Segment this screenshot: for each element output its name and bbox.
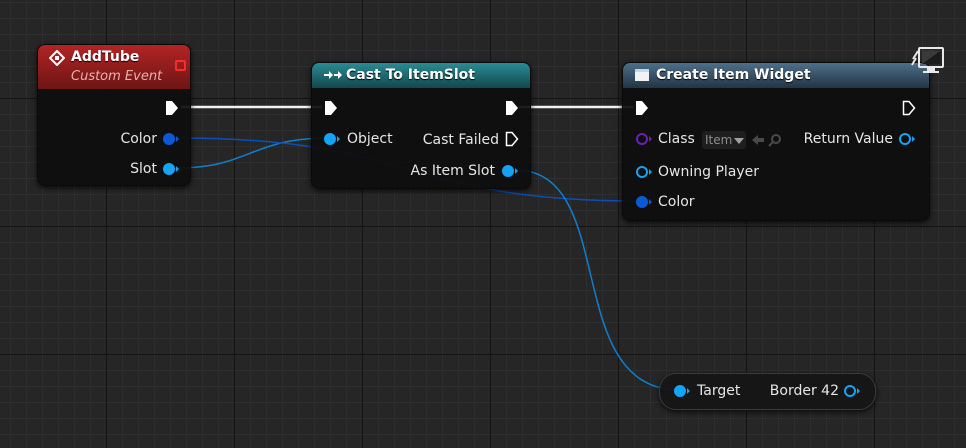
class-in-pin-icon[interactable] [635, 132, 653, 146]
return-value-pin-label: Return Value [803, 131, 893, 147]
target-pin-label: Target [697, 383, 741, 399]
class-dropdown-value: Item [705, 133, 733, 147]
cast-arrow-icon [324, 71, 342, 79]
wire-slot-to-object[interactable] [176, 137, 330, 169]
slot-out-pin-icon[interactable] [162, 162, 180, 176]
border-out-pin-icon[interactable] [843, 384, 861, 398]
widget-monitor-icon [911, 47, 944, 73]
cast-to-itemslot-node[interactable]: Cast To ItemSlot Object Cast Failed As I… [311, 62, 531, 189]
chevron-down-icon [734, 138, 744, 144]
as-item-slot-out-pin-icon[interactable] [501, 164, 519, 178]
color-in-pin-icon[interactable] [635, 195, 653, 209]
cast-exec-out-pin-icon[interactable] [505, 100, 519, 116]
widget-exec-in-pin-icon[interactable] [635, 100, 649, 116]
event-diamond-icon [49, 50, 65, 66]
create-widget-title: Create Item Widget [656, 67, 811, 83]
browse-search-icon[interactable] [768, 133, 782, 147]
cast-failed-exec-pin-icon[interactable] [505, 131, 519, 147]
slot-pin-label: Slot [130, 161, 157, 177]
add-tube-subtitle: Custom Event [71, 69, 163, 84]
object-in-pin-icon[interactable] [323, 132, 341, 146]
return-value-out-pin-icon[interactable] [898, 132, 916, 146]
border-output-pin-label: Border 42 [769, 383, 839, 399]
as-item-slot-pin-label: As Item Slot [410, 163, 495, 179]
function-icon [635, 69, 649, 81]
cast-exec-in-pin-icon[interactable] [324, 100, 338, 116]
add-tube-title: AddTube [71, 49, 140, 65]
color-out-pin-icon[interactable] [162, 132, 180, 146]
cast-title: Cast To ItemSlot [346, 67, 475, 83]
color-in-pin-label: Color [658, 194, 695, 210]
owning-player-pin-label: Owning Player [658, 164, 760, 180]
widget-exec-out-pin-icon[interactable] [902, 100, 916, 116]
owning-player-in-pin-icon[interactable] [635, 165, 653, 179]
create-item-widget-node[interactable]: Create Item Widget Class Item Return Val… [622, 62, 930, 221]
border-target-node[interactable]: Target Border 42 [659, 373, 876, 410]
delegate-pin-icon[interactable] [175, 60, 186, 71]
exec-out-pin-icon[interactable] [165, 100, 179, 116]
use-selected-asset-icon[interactable] [751, 133, 765, 147]
class-pin-label: Class [658, 131, 695, 147]
target-in-pin-icon[interactable] [673, 384, 691, 398]
cast-failed-pin-label: Cast Failed [422, 132, 499, 148]
object-pin-label: Object [347, 131, 393, 147]
add-tube-event-node[interactable]: AddTube Custom Event Color Slot [37, 44, 191, 186]
class-dropdown[interactable]: Item [702, 131, 746, 149]
color-pin-label: Color [120, 131, 157, 147]
